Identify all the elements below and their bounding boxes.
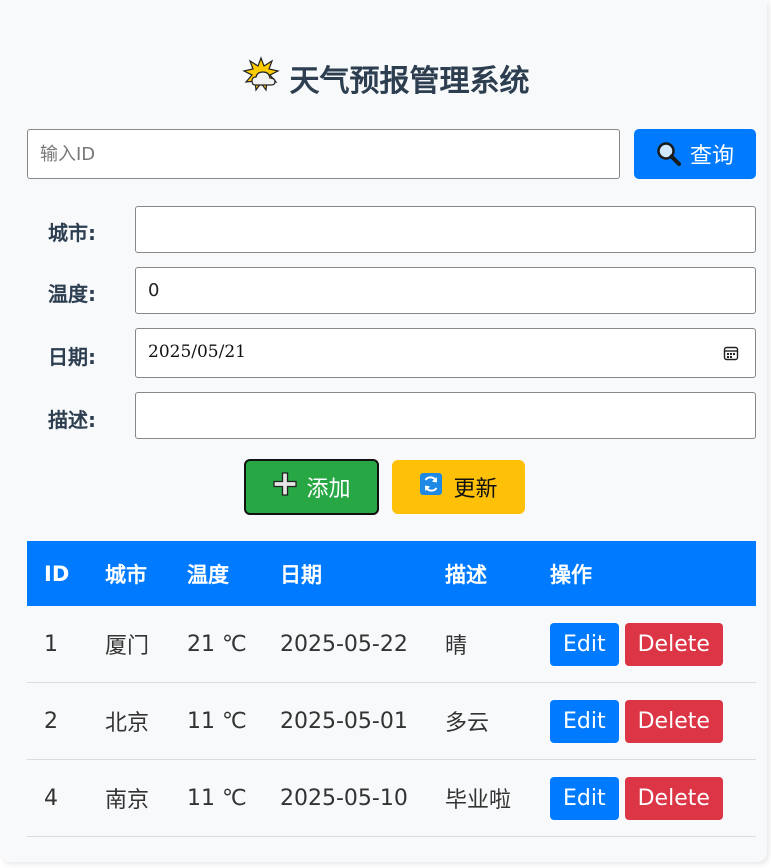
date-label: 日期: [48,345,96,369]
magnifier-icon [656,141,682,167]
search-id-input[interactable] [27,129,620,179]
cell-id: 1 [27,606,88,683]
column-header-city: 城市 [88,541,170,606]
delete-button[interactable]: Delete [624,776,723,820]
table-header-row: ID 城市 温度 日期 描述 操作 [27,541,756,606]
temperature-input[interactable] [135,267,756,314]
delete-button[interactable]: Delete [624,622,723,666]
cell-city: 厦门 [88,606,170,683]
cell-date: 2025-05-22 [263,606,428,683]
table-row: 4 南京 11 ℃ 2025-05-10 毕业啦 Edit Delete [27,759,756,837]
edit-button[interactable]: Edit [550,699,619,743]
cell-temperature: 21 ℃ [170,606,263,683]
column-header-id: ID [27,541,88,606]
description-label: 描述: [48,408,96,432]
cell-actions: Edit Delete [533,759,756,837]
update-button[interactable]: 更新 [392,460,525,514]
column-header-date: 日期 [263,541,428,606]
update-button-label: 更新 [453,477,498,502]
description-input[interactable] [135,392,756,439]
column-header-temperature: 温度 [170,541,263,606]
search-button-label: 查询 [689,144,734,169]
column-header-description: 描述 [428,541,533,606]
cell-description: 晴 [428,606,533,683]
page-title: 天气预报管理系统 [0,56,771,108]
cell-actions: Edit Delete [533,682,756,760]
edit-button[interactable]: Edit [550,776,619,820]
cell-id: 4 [27,759,88,837]
add-button[interactable]: 添加 [244,459,379,515]
column-header-actions: 操作 [533,541,756,606]
cell-temperature: 11 ℃ [170,682,263,760]
title-text: 天气预报管理系统 [289,64,530,99]
cell-date: 2025-05-10 [263,759,428,837]
cell-temperature: 11 ℃ [170,759,263,837]
date-value: 2025/05/21 [148,342,246,362]
delete-button[interactable]: Delete [624,699,723,743]
cell-date: 2025-05-01 [263,682,428,760]
cell-actions: Edit Delete [533,606,756,683]
table-row: 1 厦门 21 ℃ 2025-05-22 晴 Edit Delete [27,606,756,683]
temperature-label: 温度: [48,282,96,306]
plus-icon [272,471,298,503]
edit-button[interactable]: Edit [550,622,619,666]
calendar-icon[interactable] [723,345,739,365]
weather-table: ID 城市 温度 日期 描述 操作 1 厦门 21 ℃ 2025-05-22 晴… [27,541,756,837]
cell-id: 2 [27,682,88,760]
add-button-label: 添加 [306,477,351,502]
cell-description: 多云 [428,682,533,760]
refresh-icon [419,472,443,502]
city-label: 城市: [48,221,96,245]
sun-behind-cloud-icon [241,56,280,108]
date-input[interactable]: 2025/05/21 [135,328,756,378]
cell-city: 南京 [88,759,170,837]
search-button[interactable]: 查询 [634,129,756,179]
city-input[interactable] [135,206,756,253]
table-row: 2 北京 11 ℃ 2025-05-01 多云 Edit Delete [27,682,756,760]
cell-description: 毕业啦 [428,759,533,837]
cell-city: 北京 [88,682,170,760]
